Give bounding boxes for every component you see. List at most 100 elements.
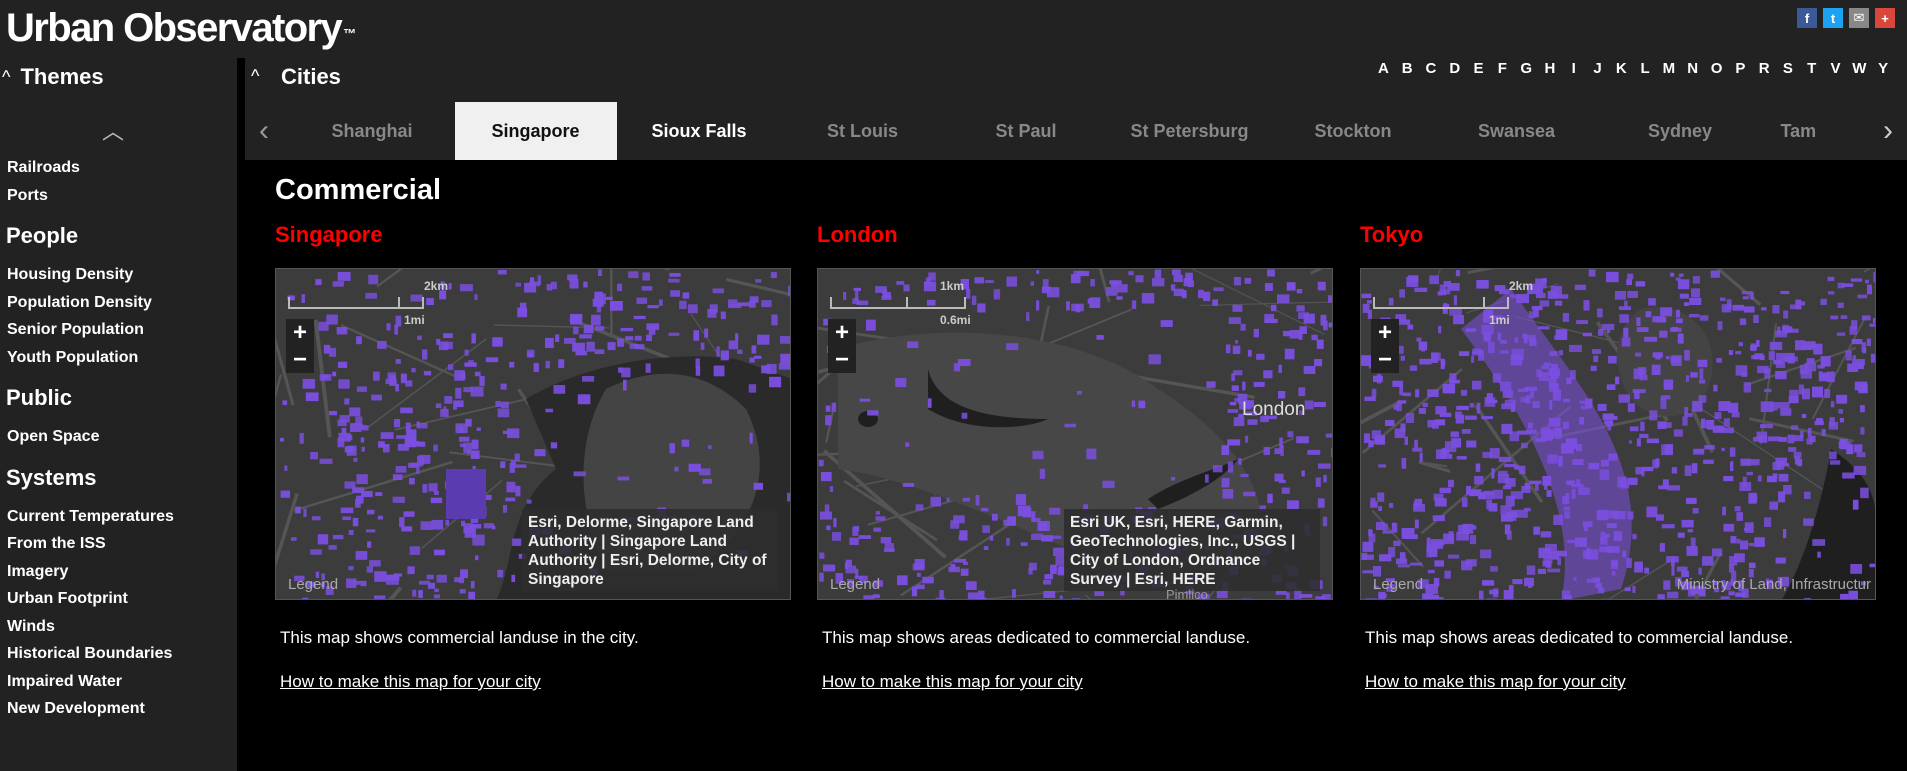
- alphabet-letter[interactable]: W: [1847, 60, 1871, 77]
- email-icon[interactable]: ✉: [1849, 8, 1869, 28]
- themes-header[interactable]: ^ Themes: [0, 64, 104, 90]
- sidebar-item[interactable]: Population Density: [7, 289, 237, 317]
- scale-label-mi: 1mi: [404, 313, 425, 327]
- alphabet-letter[interactable]: M: [1657, 60, 1681, 77]
- tab-city[interactable]: Sioux Falls: [618, 102, 780, 160]
- theme-group-title: Systems: [6, 464, 97, 490]
- sidebar-item[interactable]: From the ISS: [7, 530, 237, 558]
- theme-group-title: Public: [6, 385, 73, 410]
- scale-bar-inner: [288, 297, 400, 309]
- theme-group: Public Open Space: [0, 385, 237, 451]
- tab-city[interactable]: Tam: [1763, 102, 1823, 160]
- map-attribution: Esri, Delorme, Singapore Land Authority …: [522, 509, 778, 591]
- how-to-link[interactable]: How to make this map for your city: [1365, 672, 1626, 692]
- alphabet-letter[interactable]: S: [1776, 60, 1800, 77]
- share-plus-icon[interactable]: +: [1875, 8, 1895, 28]
- scale-label-km: 2km: [1509, 279, 1534, 293]
- tab-city[interactable]: Singapore: [454, 102, 617, 160]
- sidebar-item[interactable]: Open Space: [7, 423, 237, 451]
- zoom-controls: + −: [1371, 319, 1399, 373]
- alphabet-letter[interactable]: Y: [1871, 60, 1895, 77]
- scroll-up-icon[interactable]: ︿: [102, 114, 124, 146]
- map-view[interactable]: 2km 1mi + − Legend Esri, Delorme, Singapore L…: [275, 268, 791, 600]
- map-card: London 1km 0.6mi + − Legend Esri UK, Esri, HER…: [817, 222, 1333, 692]
- sidebar-item[interactable]: Housing Density: [7, 261, 237, 289]
- theme-group: People Housing Density Population Density S…: [0, 223, 237, 371]
- scale-label-km: 1km: [940, 279, 965, 293]
- tab-city[interactable]: St Louis: [782, 102, 944, 160]
- tab-city[interactable]: Sydney: [1599, 102, 1761, 160]
- chevron-left-icon[interactable]: ‹: [259, 114, 269, 148]
- scale-label-mi: 1mi: [1489, 313, 1510, 327]
- alphabet-index: ABCDEFGHIJKLMNOPRSTVWY: [1371, 60, 1895, 77]
- zoom-in-button[interactable]: +: [1371, 319, 1399, 346]
- map-place-label: Pimlico: [1166, 587, 1208, 600]
- theme-group: Systems Current Temperatures From the ISS I…: [0, 465, 237, 723]
- site-logo[interactable]: Urban Observatory ™: [6, 6, 356, 50]
- chevron-up-icon[interactable]: ^: [251, 66, 259, 87]
- map-description: This map shows areas dedicated to commer…: [1365, 628, 1794, 647]
- map-card: Singapore 2km 1mi + − Legend Esri, Delorme, Si…: [275, 222, 791, 692]
- alphabet-letter[interactable]: B: [1395, 60, 1419, 77]
- how-to-link[interactable]: How to make this map for your city: [280, 672, 541, 692]
- twitter-icon[interactable]: t: [1823, 8, 1843, 28]
- alphabet-letter[interactable]: A: [1371, 60, 1395, 77]
- alphabet-letter[interactable]: T: [1800, 60, 1824, 77]
- alphabet-letter[interactable]: O: [1705, 60, 1729, 77]
- sidebar-item[interactable]: Senior Population: [7, 316, 237, 344]
- sidebar-item[interactable]: Railroads: [7, 154, 237, 182]
- themes-title: Themes: [20, 64, 104, 89]
- zoom-out-button[interactable]: −: [286, 346, 314, 373]
- legend-button[interactable]: Legend: [1373, 576, 1423, 593]
- tab-city[interactable]: Shanghai: [291, 102, 453, 160]
- sidebar-item[interactable]: Impaired Water: [7, 668, 237, 696]
- theme-group: Railroads Ports: [0, 154, 237, 209]
- alphabet-letter[interactable]: H: [1538, 60, 1562, 77]
- facebook-icon[interactable]: f: [1797, 8, 1817, 28]
- alphabet-letter[interactable]: P: [1728, 60, 1752, 77]
- alphabet-letter[interactable]: N: [1681, 60, 1705, 77]
- alphabet-letter[interactable]: F: [1490, 60, 1514, 77]
- zoom-in-button[interactable]: +: [828, 319, 856, 346]
- alphabet-letter[interactable]: R: [1752, 60, 1776, 77]
- legend-button[interactable]: Legend: [288, 576, 338, 593]
- sidebar-item[interactable]: Historical Boundaries: [7, 640, 237, 668]
- scale-bar-inner: [830, 297, 908, 309]
- map-view[interactable]: 1km 0.6mi + − Legend Esri UK, Esri, HERE, Gar…: [817, 268, 1333, 600]
- sidebar-item[interactable]: Urban Footprint: [7, 585, 237, 613]
- sidebar-item[interactable]: Youth Population: [7, 344, 237, 372]
- zoom-out-button[interactable]: −: [828, 346, 856, 373]
- zoom-out-button[interactable]: −: [1371, 346, 1399, 373]
- alphabet-letter[interactable]: K: [1609, 60, 1633, 77]
- sidebar-item[interactable]: New Development: [7, 695, 237, 723]
- tab-city[interactable]: Swansea: [1436, 102, 1598, 160]
- legend-button[interactable]: Legend: [830, 576, 880, 593]
- how-to-link[interactable]: How to make this map for your city: [822, 672, 1083, 692]
- zoom-in-button[interactable]: +: [286, 319, 314, 346]
- alphabet-letter[interactable]: L: [1633, 60, 1657, 77]
- themes-list: Railroads Ports People Housing Density Popul…: [0, 154, 237, 737]
- card-city-title: London: [817, 222, 898, 247]
- scale-label-km: 2km: [424, 279, 449, 293]
- sidebar-item[interactable]: Ports: [7, 182, 237, 210]
- tab-city[interactable]: St Paul: [945, 102, 1107, 160]
- sidebar-item[interactable]: Winds: [7, 613, 237, 641]
- alphabet-letter[interactable]: I: [1562, 60, 1586, 77]
- sidebar-item[interactable]: Imagery: [7, 558, 237, 586]
- alphabet-letter[interactable]: G: [1514, 60, 1538, 77]
- zoom-controls: + −: [828, 319, 856, 373]
- tab-city[interactable]: Stockton: [1272, 102, 1434, 160]
- map-view[interactable]: 2km 1mi + − Legend Ministry of Land, Infrastr…: [1360, 268, 1876, 600]
- page-title: Commercial: [275, 174, 442, 206]
- tab-city[interactable]: St Petersburg: [1109, 102, 1271, 160]
- alphabet-letter[interactable]: J: [1586, 60, 1610, 77]
- chevron-up-icon: ^: [2, 66, 11, 87]
- chevron-right-icon[interactable]: ›: [1883, 114, 1893, 148]
- alphabet-letter[interactable]: E: [1467, 60, 1491, 77]
- alphabet-letter[interactable]: V: [1824, 60, 1848, 77]
- alphabet-letter[interactable]: D: [1443, 60, 1467, 77]
- alphabet-letter[interactable]: C: [1419, 60, 1443, 77]
- map-scale: 2km 1mi: [1373, 279, 1533, 327]
- sidebar-item[interactable]: Current Temperatures: [7, 503, 237, 531]
- theme-group-title: People: [6, 223, 79, 248]
